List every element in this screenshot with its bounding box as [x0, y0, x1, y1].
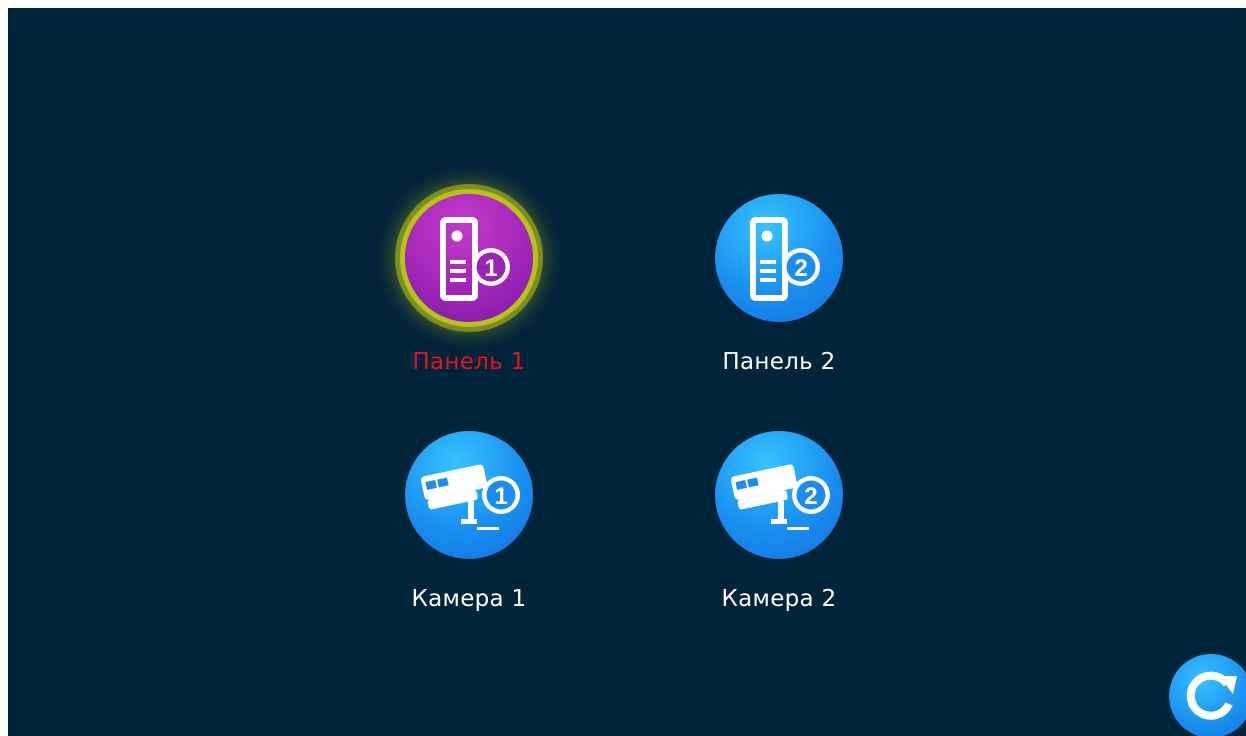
tile-badge-number: 1: [484, 255, 497, 282]
tile-badge-number: 1: [494, 483, 507, 510]
tile-camera-1[interactable]: 1 Камера 1: [369, 431, 569, 631]
door-panel-2-icon: 2: [715, 194, 843, 322]
tile-badge-number: 2: [794, 255, 807, 282]
camera-1-icon: 1: [405, 431, 533, 559]
tile-label: Панель 2: [722, 349, 836, 375]
camera-2-icon: 2: [715, 431, 843, 559]
tile-panel-2[interactable]: 2 Панель 2: [679, 194, 879, 394]
door-panel-1-icon: 1: [405, 194, 533, 322]
refresh-button[interactable]: [1169, 654, 1246, 736]
refresh-icon: [1186, 671, 1237, 720]
tile-label: Камера 1: [411, 586, 527, 612]
tile-label: Панель 1: [412, 349, 526, 375]
screen: 1 Панель 1 2 Панель 2 1 Камера 1 2 Камер…: [8, 8, 1246, 736]
tile-label: Камера 2: [721, 586, 837, 612]
tile-panel-1[interactable]: 1 Панель 1: [369, 194, 569, 394]
tile-camera-2[interactable]: 2 Камера 2: [679, 431, 879, 631]
tile-badge-number: 2: [804, 483, 817, 510]
